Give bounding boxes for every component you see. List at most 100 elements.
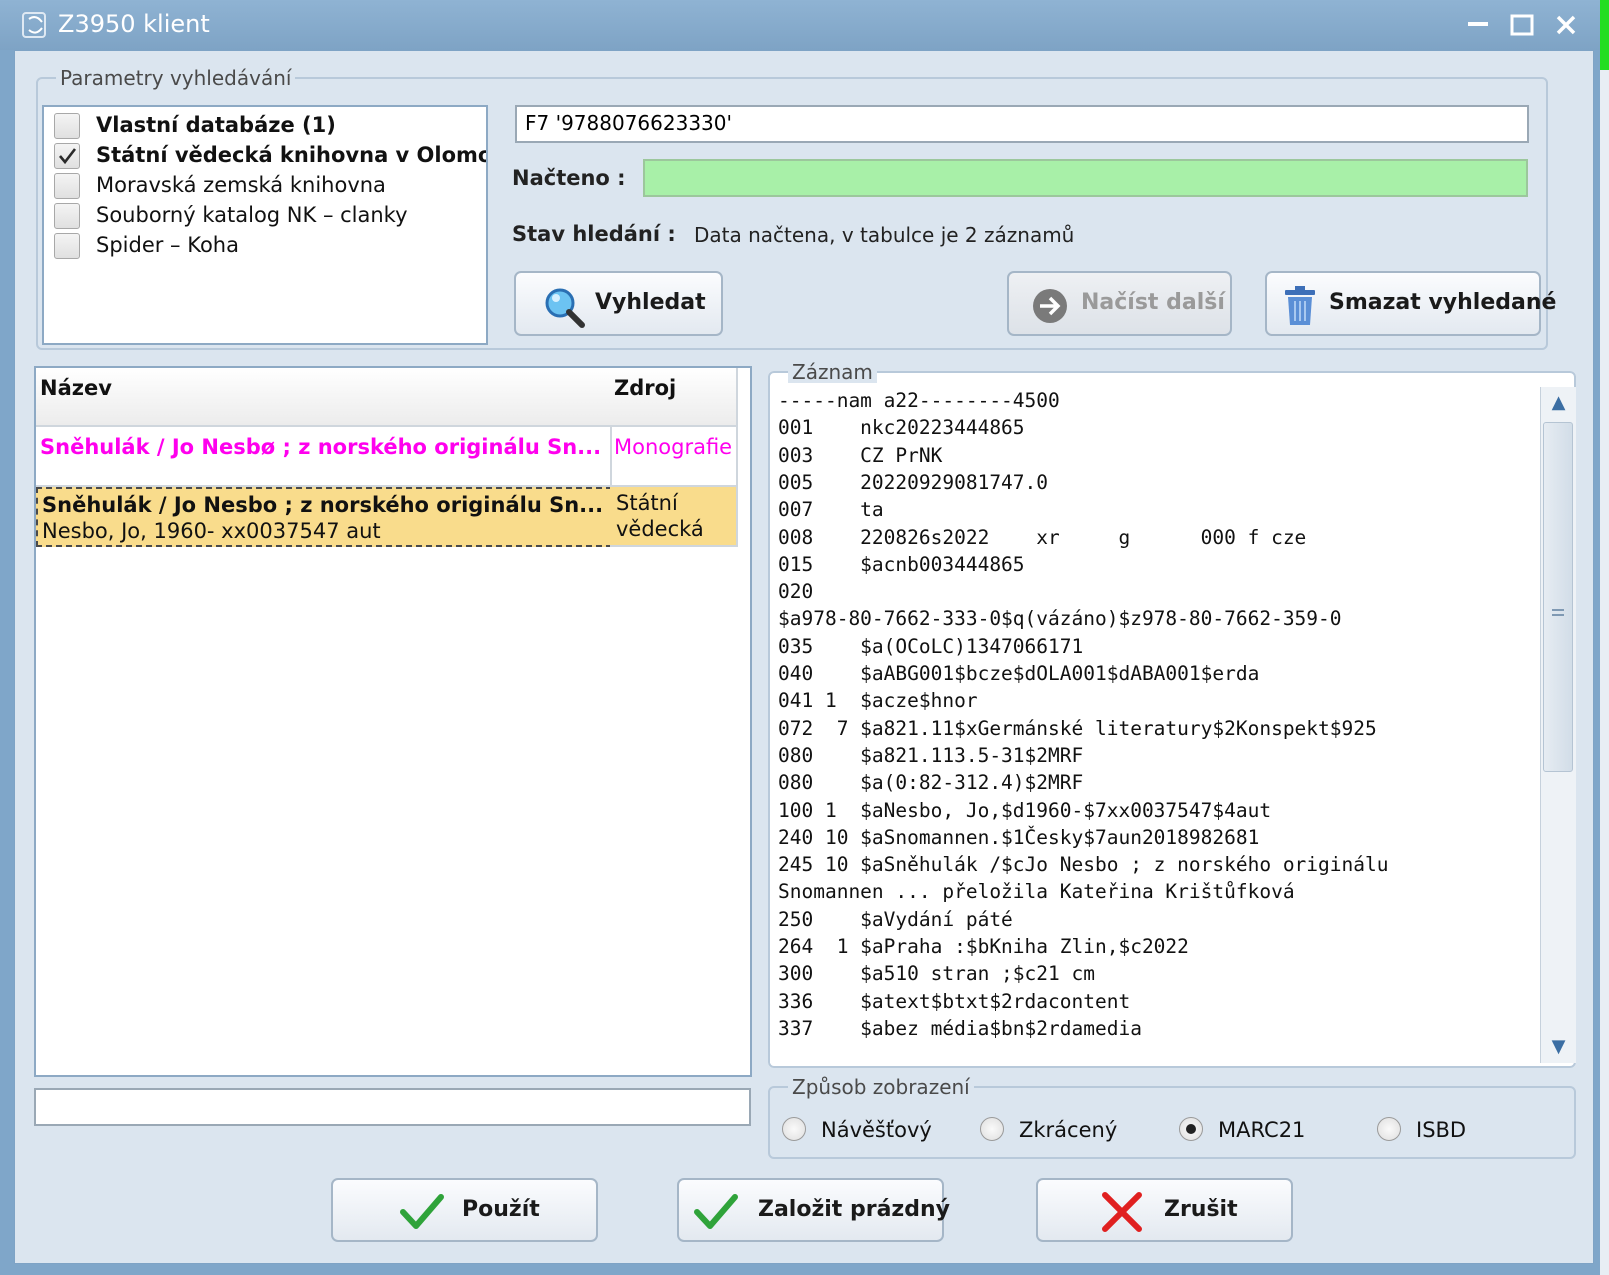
arrow-right-icon: [1033, 289, 1067, 323]
record-legend: Záznam: [788, 360, 877, 384]
status-value: Data načtena, v tabulce je 2 záznamů: [694, 223, 1075, 247]
use-button[interactable]: Použít: [331, 1178, 598, 1242]
cancel-button-label: Zrušit: [1164, 1197, 1238, 1222]
delete-results-button[interactable]: Smazat vyhledané: [1265, 271, 1556, 336]
row-source: Monografie: [610, 427, 738, 487]
magnifier-icon: [545, 288, 585, 328]
record-line: 250 $aVydání páté: [778, 907, 1013, 931]
search-button-label: Vyhledat: [595, 290, 706, 315]
record-line: 005 20220929081747.0: [778, 470, 1049, 494]
record-text-area[interactable]: -----nam a22--------4500 001 nkc202234448…: [770, 383, 1540, 1063]
background-strip: [1600, 70, 1609, 1275]
radio-label: MARC21: [1218, 1118, 1306, 1142]
record-line: Snomannen ... přeložila Kateřina Krištůf…: [778, 880, 1295, 904]
column-header-title[interactable]: Název: [36, 368, 612, 427]
checkbox[interactable]: [54, 233, 80, 259]
record-line: 336 $atext$btxt$2rdacontent: [778, 989, 1131, 1013]
edge-marker: [1600, 0, 1609, 70]
table-row-selected[interactable]: Sněhulák / Jo Nesbo ; z norského originá…: [36, 487, 738, 547]
loaded-progress-bar: [643, 159, 1528, 197]
record-line: 337 $abez média$bn$2rdamedia: [778, 1016, 1142, 1040]
minimize-icon: [1468, 22, 1488, 26]
window-title: Z3950 klient: [58, 10, 210, 38]
database-label: Státní vědecká knihovna v Olomou: [96, 143, 488, 167]
row-source-cell: Státní vědecká: [610, 487, 738, 547]
record-line: 003 CZ PrNK: [778, 443, 943, 467]
record-line: 240 10 $aSnomannen.$1Česky$7aun201898268…: [778, 825, 1260, 849]
use-button-label: Použít: [462, 1197, 540, 1222]
record-line: 035 $a(OCoLC)1347066171: [778, 634, 1084, 658]
table-row[interactable]: Sněhulák / Jo Nesbø ; z norského originá…: [36, 427, 738, 487]
database-label: Souborný katalog NK – clanky: [96, 203, 408, 227]
loaded-label: Načteno :: [512, 166, 626, 190]
record-line: 008 220826s2022 xr g 000 f cze: [778, 525, 1307, 549]
radio-button-selected[interactable]: [1179, 1117, 1203, 1141]
scroll-down-icon[interactable]: ▼: [1541, 1031, 1576, 1063]
record-line: 245 10 $aSněhulák /$cJo Nesbo ; z norské…: [778, 853, 1389, 877]
record-line: 080 $a(0:82-312.4)$2MRF: [778, 771, 1084, 795]
record-line: 001 nkc20223444865: [778, 416, 1025, 440]
checkmark-icon: [59, 148, 77, 165]
radio-label: Návěšťový: [821, 1118, 932, 1142]
maximize-icon: [1510, 14, 1534, 36]
search-params-legend: Parametry vyhledávání: [60, 66, 292, 90]
record-line: 015 $acnb003444865: [778, 552, 1025, 576]
record-line: 100 1 $aNesbo, Jo,$d1960-$7xx0037547$4au…: [778, 798, 1272, 822]
radio-button[interactable]: [980, 1117, 1004, 1141]
record-line: 020: [778, 580, 814, 604]
record-line: 080 $a821.113.5-31$2MRF: [778, 743, 1084, 767]
row-title: Sněhulák / Jo Nesbø ; z norského originá…: [36, 427, 612, 487]
progress-fill: [645, 161, 1526, 195]
checkbox[interactable]: [54, 173, 80, 199]
record-line: 072 7 $a821.11$xGermánské literatury$2Ko…: [778, 716, 1377, 740]
checkbox[interactable]: [54, 203, 80, 229]
maximize-button[interactable]: [1504, 8, 1540, 42]
database-list[interactable]: Vlastní databáze (1) Státní vědecká knih…: [42, 105, 488, 345]
radio-button[interactable]: [782, 1117, 806, 1141]
minimize-button[interactable]: [1460, 8, 1496, 42]
database-label: Vlastní databáze (1): [96, 113, 336, 137]
record-scrollbar[interactable]: ▲ ▼: [1540, 387, 1576, 1063]
scroll-up-icon[interactable]: ▲: [1541, 387, 1576, 419]
query-input[interactable]: F7 '9788076623330': [515, 105, 1529, 143]
database-label: Spider – Koha: [96, 233, 239, 257]
grip-icon: [1552, 609, 1564, 616]
load-more-button-label: Načíst další: [1081, 290, 1225, 315]
row-title: Sněhulák / Jo Nesbo ; z norského originá…: [42, 493, 604, 517]
create-empty-button[interactable]: Založit prázdný: [677, 1178, 950, 1242]
search-button[interactable]: Vyhledat: [514, 271, 723, 336]
record-line: 007 ta: [778, 498, 884, 522]
record-line: 040 $aABG001$bcze$dOLA001$dABA001$erda: [778, 662, 1260, 685]
record-line: 041 1 $acze$hnor: [778, 689, 978, 713]
radio-label: ISBD: [1416, 1118, 1467, 1142]
close-icon: [1556, 15, 1576, 35]
radio-button[interactable]: [1377, 1117, 1401, 1141]
trash-icon: [1285, 286, 1315, 325]
load-more-button[interactable]: Načíst další: [1007, 271, 1232, 336]
display-mode-legend: Způsob zobrazení: [792, 1075, 970, 1099]
column-header-source[interactable]: Zdroj: [610, 368, 738, 427]
title-bar[interactable]: Z3950 klient: [0, 0, 1600, 50]
results-table[interactable]: Název Zdroj Sněhulák / Jo Nesbø ; z nors…: [34, 366, 752, 1077]
record-line: 264 1 $aPraha :$bKniha Zlin,$c2022: [778, 935, 1189, 958]
record-line: -----nam a22--------4500: [778, 389, 1060, 412]
checkbox-checked[interactable]: [54, 143, 80, 169]
results-status-field[interactable]: [34, 1088, 751, 1126]
delete-results-button-label: Smazat vyhledané: [1329, 290, 1557, 315]
row-source-line: Státní: [616, 491, 678, 515]
record-line: 300 $a510 stran ;$c21 cm: [778, 962, 1095, 986]
radio-label: Zkrácený: [1019, 1118, 1118, 1142]
create-empty-button-label: Založit prázdný: [758, 1197, 950, 1222]
checkbox[interactable]: [54, 113, 80, 139]
app-icon: [22, 12, 46, 38]
status-label: Stav hledání :: [512, 222, 676, 246]
cancel-button[interactable]: Zrušit: [1036, 1178, 1293, 1242]
record-line: $a978-80-7662-333-0$q(vázáno)$z978-80-76…: [778, 607, 1342, 631]
row-source-line: vědecká: [616, 517, 704, 541]
scrollbar-thumb[interactable]: [1543, 422, 1573, 772]
database-label: Moravská zemská knihovna: [96, 173, 386, 197]
checkmark-icon: [694, 1194, 738, 1229]
red-x-icon: [1102, 1192, 1142, 1232]
row-author: Nesbo, Jo, 1960- xx0037547 aut: [42, 519, 381, 543]
close-button[interactable]: [1548, 8, 1584, 42]
